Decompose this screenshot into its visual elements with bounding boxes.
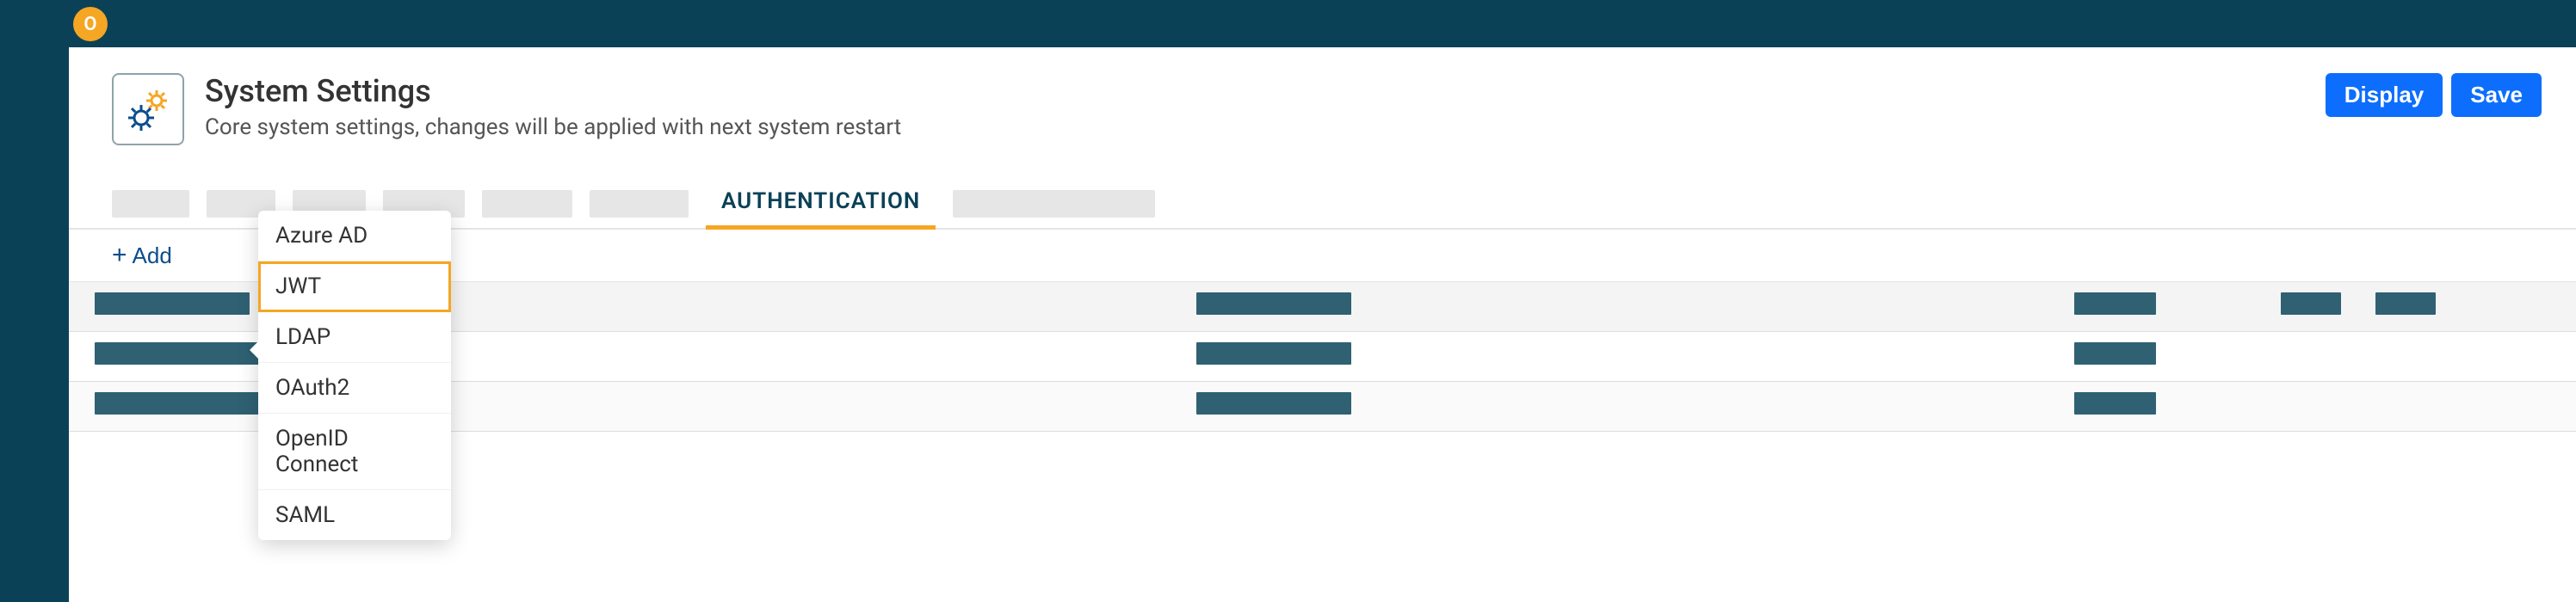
tab-placeholder[interactable] [590, 190, 689, 218]
save-button[interactable]: Save [2451, 73, 2542, 117]
redacted-text [95, 342, 267, 365]
plus-icon: + [112, 243, 127, 268]
content-panel: System Settings Core system settings, ch… [69, 47, 2576, 602]
app-top-bar: O [0, 0, 2576, 47]
dropdown-item-openid-connect[interactable]: OpenID Connect [258, 414, 451, 490]
page-subtitle: Core system settings, changes will be ap… [205, 114, 2533, 140]
redacted-text [1196, 342, 1351, 365]
redacted-text [2281, 292, 2341, 315]
tab-placeholder[interactable] [953, 190, 1155, 218]
redacted-text [2074, 342, 2156, 365]
redacted-text [1196, 392, 1351, 415]
redacted-text [95, 292, 250, 315]
tab-authentication[interactable]: AUTHENTICATION [706, 180, 936, 228]
add-button-label: Add [133, 243, 172, 269]
page-title: System Settings [205, 73, 2533, 109]
redacted-text [2375, 292, 2436, 315]
avatar[interactable]: O [73, 7, 108, 41]
dropdown-item-ldap[interactable]: LDAP [258, 312, 451, 363]
add-auth-dropdown: Azure ADJWTLDAPOAuth2OpenID ConnectSAML [258, 211, 451, 540]
dropdown-item-saml[interactable]: SAML [258, 490, 451, 540]
settings-gears-icon [112, 73, 184, 145]
tab-placeholder[interactable] [482, 190, 572, 218]
display-button[interactable]: Display [2326, 73, 2443, 117]
redacted-text [2074, 392, 2156, 415]
add-button[interactable]: + Add [112, 243, 172, 269]
dropdown-item-jwt[interactable]: JWT [258, 261, 451, 312]
dropdown-item-oauth2[interactable]: OAuth2 [258, 363, 451, 414]
tab-placeholder[interactable] [112, 190, 189, 218]
page-header: System Settings Core system settings, ch… [69, 47, 2576, 154]
redacted-text [1196, 292, 1351, 315]
redacted-text [2074, 292, 2156, 315]
redacted-text [95, 392, 267, 415]
dropdown-item-azure-ad[interactable]: Azure AD [258, 211, 451, 261]
